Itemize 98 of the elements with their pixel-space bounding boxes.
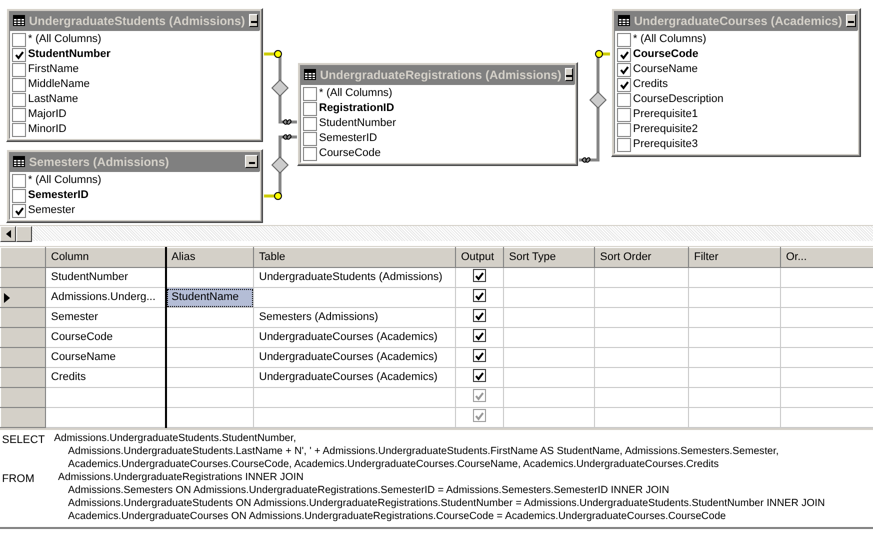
output-checkbox[interactable]	[473, 329, 486, 342]
column-checkbox[interactable]	[303, 116, 317, 130]
window-title: UndergraduateStudents (Admissions)	[29, 12, 246, 30]
grid-cell[interactable]: StudentNumber	[46, 268, 166, 288]
grid-cell[interactable]: CourseName	[46, 348, 166, 368]
column-name: StudentNumber	[319, 116, 396, 132]
column-header[interactable]: Or...	[780, 248, 873, 268]
column-checkbox[interactable]	[617, 122, 631, 136]
grid-cell[interactable]: UndergraduateCourses (Academics)	[254, 368, 456, 388]
sql-line: Admissions.UndergraduateStudents.StudentNumber,	[53, 432, 298, 445]
column-name: * (All Columns)	[28, 173, 102, 188]
grid-cell[interactable]: UndergraduateStudents (Admissions)	[254, 268, 456, 288]
column-name: CourseCode	[319, 146, 381, 162]
output-checkbox[interactable]	[473, 349, 486, 362]
column-checkbox[interactable]	[617, 108, 631, 122]
column-name: StudentNumber	[28, 47, 110, 62]
column-checkbox[interactable]	[303, 86, 317, 100]
column-name: CourseName	[633, 62, 698, 78]
column-checkbox[interactable]	[12, 204, 26, 218]
column-checkbox[interactable]	[12, 188, 26, 202]
window-title: UndergraduateCourses (Academics)	[634, 12, 842, 30]
minimize-button[interactable]	[249, 14, 258, 27]
scroll-left-button[interactable]	[0, 226, 16, 242]
column-name: Prerequisite3	[633, 137, 698, 152]
column-name: MiddleName	[28, 77, 90, 92]
column-name: Credits	[633, 77, 668, 92]
column-checkbox[interactable]	[303, 146, 317, 160]
column-checkbox[interactable]	[12, 78, 26, 92]
column-name: CourseCode	[633, 47, 698, 62]
column-checkbox[interactable]	[617, 32, 631, 46]
scroll-thumb[interactable]	[16, 226, 32, 242]
column-name: MinorID	[28, 122, 67, 138]
grid-cell[interactable]: StudentName	[166, 288, 254, 308]
column-checkbox[interactable]	[617, 138, 631, 152]
column-name: * (All Columns)	[319, 86, 392, 102]
table-icon	[13, 15, 25, 26]
column-checkbox[interactable]	[12, 62, 26, 76]
output-checkbox[interactable]	[473, 269, 486, 282]
minimize-button[interactable]	[245, 155, 258, 168]
grid-cell[interactable]: UndergraduateCourses (Academics)	[254, 348, 456, 368]
column-checkbox[interactable]	[303, 132, 317, 146]
column-checkbox[interactable]	[617, 92, 631, 106]
grid-cell[interactable]: Semesters (Admissions)	[254, 308, 456, 328]
column-name: RegistrationID	[319, 101, 394, 116]
column-checkbox[interactable]	[617, 62, 631, 76]
table-icon	[13, 156, 25, 167]
column-name: FirstName	[28, 62, 79, 78]
sql-keyword: SELECT	[2, 433, 46, 448]
column-name: Prerequisite1	[633, 107, 698, 122]
column-name: Prerequisite2	[633, 122, 698, 138]
window-title: Semesters (Admissions)	[29, 154, 170, 170]
column-header[interactable]: Column	[46, 248, 166, 268]
column-checkbox[interactable]	[303, 102, 317, 116]
column-name: Semester	[28, 203, 76, 218]
minimize-button[interactable]	[846, 14, 856, 27]
sql-line: Academics.UndergraduateCourses.CourseCode, Academics.UndergraduateCourses.CourseName, Academics.UndergraduateCourses.Credits	[67, 458, 720, 471]
column-name: SemesterID	[28, 188, 89, 204]
sql-line: Admissions.UndergraduateStudents.LastName + N', ' + Admissions.UndergraduateStudents.FirstName AS StudentName, Admissions.Semesters.Semester,	[67, 445, 779, 458]
column-header[interactable]: Alias	[166, 248, 254, 268]
column-header[interactable]: Filter	[688, 248, 780, 268]
table-icon	[304, 69, 316, 80]
sql-line: Academics.UndergraduateCourses ON Admissions.UndergraduateRegistrations.CourseCode = Academics.UndergraduateCourses.CourseCode	[67, 510, 727, 523]
output-checkbox[interactable]	[473, 309, 486, 322]
column-header[interactable]: Output	[456, 248, 504, 268]
left-arrow-icon	[6, 230, 10, 238]
column-header[interactable]: Table	[254, 248, 456, 268]
column-checkbox[interactable]	[12, 48, 26, 62]
sql-line: Admissions.UndergraduateRegistrations INNER JOIN	[57, 471, 305, 484]
row-header[interactable]	[0, 288, 46, 308]
column-name: * (All Columns)	[28, 32, 102, 48]
grid-cell[interactable]: CourseCode	[46, 328, 166, 348]
column-checkbox[interactable]	[12, 92, 26, 106]
column-checkbox[interactable]	[12, 174, 26, 188]
grid-cell[interactable]: Admissions.Underg...	[46, 288, 166, 308]
minimize-button[interactable]	[565, 68, 574, 81]
window-title: UndergraduateRegistrations (Admissions)	[320, 66, 562, 84]
column-checkbox[interactable]	[12, 122, 26, 136]
sql-keyword: FROM	[2, 472, 36, 487]
column-checkbox[interactable]	[617, 78, 631, 92]
output-checkbox[interactable]	[473, 369, 486, 382]
column-checkbox[interactable]	[617, 48, 631, 62]
column-name: SemesterID	[319, 131, 378, 146]
column-name: CourseDescription	[633, 92, 724, 108]
grid-cell[interactable]: Semester	[46, 308, 166, 328]
table-icon	[618, 15, 630, 26]
current-row-icon	[4, 292, 12, 302]
column-name: * (All Columns)	[633, 32, 706, 48]
grid-cell[interactable]: UndergraduateCourses (Academics)	[254, 328, 456, 348]
column-name: MajorID	[28, 107, 67, 122]
column-name: LastName	[28, 92, 78, 108]
column-checkbox[interactable]	[12, 108, 26, 122]
output-checkbox[interactable]	[473, 289, 486, 302]
column-checkbox[interactable]	[12, 32, 26, 46]
column-header[interactable]: Sort Order	[594, 248, 688, 268]
sql-line: Admissions.Semesters ON Admissions.UndergraduateRegistrations.SemesterID = Admissions.Semesters.SemesterID INNER JOIN	[67, 484, 670, 497]
grid-cell[interactable]: Credits	[46, 368, 166, 388]
column-header[interactable]: Sort Type	[504, 248, 594, 268]
sql-line: Admissions.UndergraduateStudents ON Admissions.UndergraduateRegistrations.StudentNumber = Admissions.UndergraduateStudents.StudentNumber INNER JOIN	[67, 497, 825, 510]
